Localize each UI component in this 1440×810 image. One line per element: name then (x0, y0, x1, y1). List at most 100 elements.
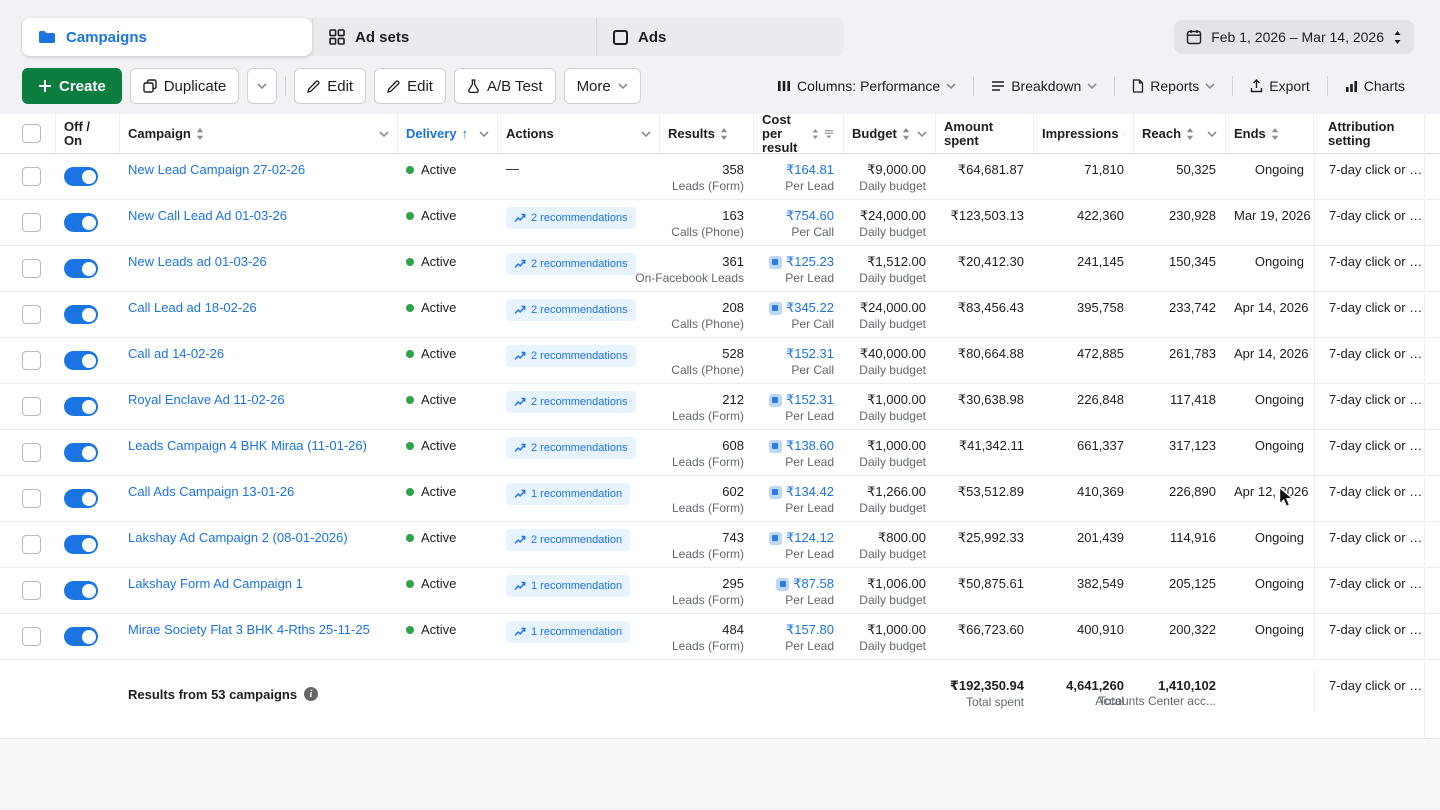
sort-arrows-icon[interactable] (812, 128, 819, 140)
chevron-down-icon[interactable] (379, 131, 389, 137)
campaign-on-toggle[interactable] (64, 305, 98, 324)
campaign-name-link[interactable]: Mirae Society Flat 3 BHK 4-Rths 25-11-25 (128, 622, 390, 638)
column-header-campaign[interactable]: Campaign (120, 114, 398, 153)
sort-arrows-icon[interactable] (902, 128, 910, 140)
breakdown-button[interactable]: Breakdown (982, 68, 1106, 104)
campaign-name-link[interactable]: Leads Campaign 4 BHK Miraa (11-01-26) (128, 438, 390, 454)
date-range-picker[interactable]: Feb 1, 2026 – Mar 14, 2026 (1174, 20, 1414, 54)
sort-arrows-icon[interactable] (1271, 128, 1279, 140)
campaign-on-toggle[interactable] (64, 535, 98, 554)
chevron-down-icon[interactable] (479, 131, 489, 137)
campaign-name-link[interactable]: New Leads ad 01-03-26 (128, 254, 390, 270)
recommendations-pill[interactable]: 2 recommendations (506, 253, 636, 275)
cost-value[interactable]: ₹124.12 (786, 530, 834, 546)
delivery-cell: Active (398, 384, 498, 429)
cost-value[interactable]: ₹152.31 (786, 392, 834, 408)
ab-test-button[interactable]: A/B Test (453, 68, 556, 104)
charts-button[interactable]: Charts (1336, 68, 1414, 104)
cost-value[interactable]: ₹134.42 (786, 484, 834, 500)
info-icon[interactable]: i (304, 687, 319, 701)
campaign-name-link[interactable]: Lakshay Form Ad Campaign 1 (128, 576, 390, 592)
cost-value[interactable]: ₹125.23 (786, 254, 834, 270)
row-checkbox[interactable] (22, 351, 41, 370)
column-header-budget[interactable]: Budget (844, 114, 936, 153)
recommendations-pill[interactable]: 2 recommendations (506, 391, 636, 413)
tab-ad-sets[interactable]: Ad sets (312, 18, 596, 56)
sort-arrows-icon[interactable] (1186, 128, 1194, 140)
duplicate-button[interactable]: Duplicate (129, 68, 240, 104)
chevron-down-icon[interactable] (917, 131, 927, 137)
campaign-on-toggle[interactable] (64, 397, 98, 416)
more-button[interactable]: More (563, 68, 641, 104)
row-checkbox[interactable] (22, 259, 41, 278)
recommendations-pill[interactable]: 2 recommendations (506, 207, 636, 229)
cost-filter-icon[interactable] (823, 128, 835, 140)
campaign-on-toggle[interactable] (64, 443, 98, 462)
select-all-checkbox[interactable] (22, 124, 41, 143)
row-checkbox[interactable] (22, 489, 41, 508)
column-header-amount-spent[interactable]: Amount spent (936, 114, 1034, 153)
campaign-on-toggle[interactable] (64, 351, 98, 370)
results-cell: 208 Calls (Phone) (660, 292, 754, 337)
sort-arrows-icon[interactable] (1124, 128, 1125, 140)
reports-button[interactable]: Reports (1123, 68, 1224, 104)
column-header-delivery[interactable]: Delivery ↑ (398, 114, 498, 153)
column-header-results[interactable]: Results (660, 114, 754, 153)
sort-arrows-icon[interactable] (196, 128, 204, 140)
campaign-name-link[interactable]: Call ad 14-02-26 (128, 346, 390, 362)
cost-value[interactable]: ₹157.80 (786, 622, 834, 638)
export-button[interactable]: Export (1241, 68, 1318, 104)
cost-value[interactable]: ₹138.60 (786, 438, 834, 454)
campaign-on-toggle[interactable] (64, 259, 98, 278)
tab-ads[interactable]: Ads (596, 18, 844, 56)
cost-value[interactable]: ₹754.60 (786, 208, 834, 224)
campaign-on-toggle[interactable] (64, 489, 98, 508)
recommendations-pill[interactable]: 2 recommendations (506, 299, 636, 321)
row-checkbox[interactable] (22, 167, 41, 186)
campaign-name-link[interactable]: Call Lead ad 18-02-26 (128, 300, 390, 316)
campaign-on-toggle[interactable] (64, 213, 98, 232)
row-checkbox[interactable] (22, 581, 41, 600)
row-checkbox[interactable] (22, 535, 41, 554)
recommendations-pill[interactable]: 1 recommendation (506, 621, 631, 643)
cost-value[interactable]: ₹345.22 (786, 300, 834, 316)
cost-value[interactable]: ₹87.58 (793, 576, 834, 592)
campaign-name-link[interactable]: Call Ads Campaign 13-01-26 (128, 484, 390, 500)
row-checkbox[interactable] (22, 213, 41, 232)
row-checkbox[interactable] (22, 443, 41, 462)
campaign-on-toggle[interactable] (64, 167, 98, 186)
recommendations-pill[interactable]: 2 recommendations (506, 437, 636, 459)
recommendations-pill[interactable]: 2 recommendation (506, 529, 631, 551)
column-header-impressions[interactable]: Impressions (1034, 114, 1134, 153)
cost-value[interactable]: ₹164.81 (786, 162, 834, 178)
tab-campaigns[interactable]: Campaigns (22, 18, 312, 56)
campaign-on-toggle[interactable] (64, 627, 98, 646)
campaign-name-link[interactable]: Royal Enclave Ad 11-02-26 (128, 392, 390, 408)
recommendations-pill[interactable]: 1 recommendation (506, 575, 631, 597)
sort-arrows-icon[interactable] (720, 128, 728, 140)
columns-button[interactable]: Columns: Performance (768, 68, 965, 104)
chevron-down-icon[interactable] (641, 131, 651, 137)
campaign-name-link[interactable]: New Lead Campaign 27-02-26 (128, 162, 390, 178)
recommendations-pill[interactable]: 2 recommendations (506, 345, 636, 367)
campaign-header-label: Campaign (128, 125, 191, 141)
row-checkbox[interactable] (22, 627, 41, 646)
column-header-attribution[interactable]: Attribution setting (1314, 114, 1440, 153)
edit-button-2[interactable]: Edit (374, 68, 446, 104)
chevron-down-icon[interactable] (1207, 131, 1217, 137)
edit-button[interactable]: Edit (294, 68, 367, 104)
column-header-cost-per-result[interactable]: Cost per result (754, 114, 844, 153)
campaign-name-link[interactable]: New Call Lead Ad 01-03-26 (128, 208, 390, 224)
create-button[interactable]: Create (22, 68, 122, 104)
column-header-reach[interactable]: Reach (1134, 114, 1226, 153)
column-header-ends[interactable]: Ends (1226, 114, 1314, 153)
column-header-actions[interactable]: Actions (498, 114, 660, 153)
duplicate-dropdown-button[interactable] (247, 68, 278, 104)
campaign-on-toggle[interactable] (64, 581, 98, 600)
cost-value[interactable]: ₹152.31 (786, 346, 834, 362)
reach-value: 317,123 (1169, 438, 1216, 453)
row-checkbox[interactable] (22, 397, 41, 416)
campaign-name-link[interactable]: Lakshay Ad Campaign 2 (08-01-2026) (128, 530, 390, 546)
recommendations-pill[interactable]: 1 recommendation (506, 483, 631, 505)
row-checkbox[interactable] (22, 305, 41, 324)
